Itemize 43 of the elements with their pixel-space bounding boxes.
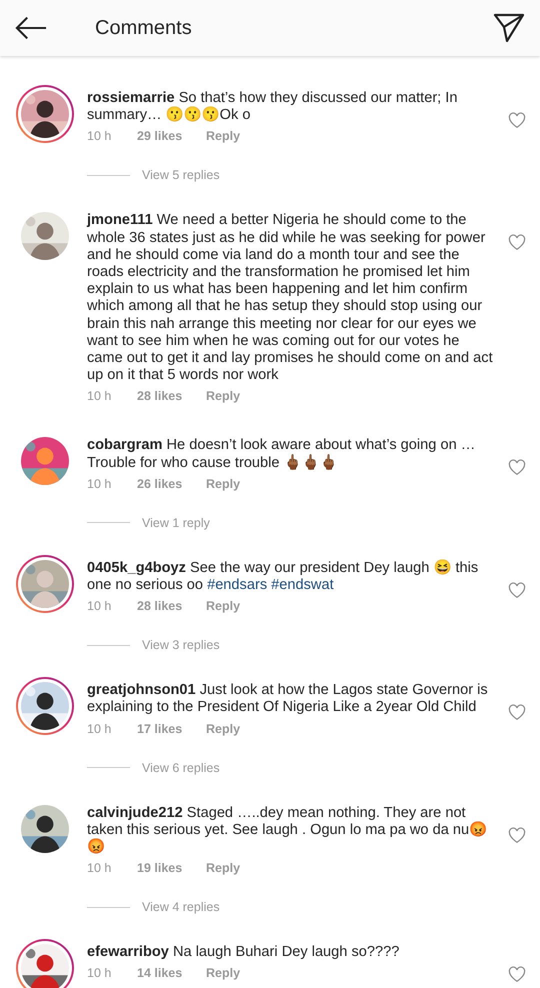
reply-link[interactable]: Reply <box>206 129 240 144</box>
timestamp: 10 h <box>87 129 112 144</box>
timestamp: 10 h <box>87 722 112 736</box>
view-replies-link[interactable]: View 5 replies <box>142 168 220 182</box>
likes-link[interactable]: 28 likes <box>137 599 206 614</box>
comment-text: efewarriboy Na laugh Buhari Dey laugh so???? <box>87 944 400 962</box>
send-icon[interactable] <box>493 13 525 43</box>
page-title: Comments <box>95 16 193 40</box>
heart-icon[interactable] <box>508 966 526 984</box>
reply-link[interactable]: Reply <box>206 389 240 404</box>
heart-icon[interactable] <box>508 234 526 252</box>
heart-icon[interactable] <box>508 459 526 476</box>
timestamp: 10 h <box>87 476 112 491</box>
comment-text: cobargram He doesn’t look aware about what’s going on … Trouble for who cause trouble 🖕🏾🖕🏾🖕🏾 <box>87 437 476 472</box>
heart-icon[interactable] <box>508 704 526 722</box>
reply-link[interactable]: Reply <box>206 966 240 980</box>
back-arrow-icon[interactable] <box>15 16 47 40</box>
likes-link[interactable]: 26 likes <box>137 476 206 491</box>
likes-link[interactable]: 14 likes <box>137 966 206 980</box>
likes-link[interactable]: 29 likes <box>137 129 206 144</box>
heart-icon[interactable] <box>508 112 526 129</box>
timestamp: 10 h <box>87 389 112 404</box>
view-replies-link[interactable]: View 1 reply <box>142 516 210 530</box>
reply-link[interactable]: Reply <box>206 861 240 876</box>
comment-text: 0405k_g4boyz See the way our president Dey laugh 😆 this one no serious oo #endsars #endswat <box>87 560 480 594</box>
likes-link[interactable]: 19 likes <box>137 861 206 876</box>
timestamp: 10 h <box>87 599 112 614</box>
reply-link[interactable]: Reply <box>206 599 240 614</box>
reply-link[interactable]: Reply <box>206 476 240 491</box>
view-replies-link[interactable]: View 3 replies <box>142 638 220 652</box>
view-replies-link[interactable]: View 6 replies <box>142 760 220 775</box>
timestamp: 10 h <box>87 966 112 980</box>
comment-text: calvinjude212 Staged …..dey mean nothing. They are not taken this serious yet. See laugh . Ogun lo ma pa wo da nu😡😡 <box>87 804 488 856</box>
reply-link[interactable]: Reply <box>206 722 240 736</box>
heart-icon[interactable] <box>508 582 526 599</box>
likes-link[interactable]: 28 likes <box>137 389 206 404</box>
comment-text: greatjohnson01 Just look at how the Lagos state Governor is explaining to the President Of Nigeria Like a 2year Old Child <box>87 682 489 717</box>
heart-icon[interactable] <box>508 826 526 844</box>
view-replies-link[interactable]: View 4 replies <box>142 900 220 914</box>
comment-text: rossiemarrie So that’s how they discussed our matter; In summary… 😗😗😗Ok o <box>87 90 458 124</box>
likes-link[interactable]: 17 likes <box>137 722 206 736</box>
comment-text: jmone111 We need a better Nigeria he should come to the whole 36 states just as he did while he was seeking for power and he should come via land do a month tour and see the roads electricity and the transformation he promised let him explain to us what has been happening and let him confirm which among all that he has setup they should stop using our brain this nah arrange this meeting nor clear for our eyes we want to see him when he was coming out for our votes he came out to get it and lay promises he should come on and act up on it that 5 words nor work <box>87 212 494 384</box>
timestamp: 10 h <box>87 861 112 876</box>
